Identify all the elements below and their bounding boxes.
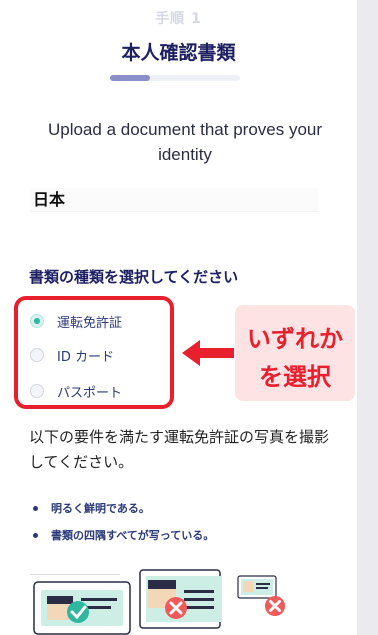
background-strip	[357, 0, 378, 635]
page-title: 本人確認書類	[121, 42, 236, 64]
highlight-box	[14, 296, 174, 409]
arrow-left-icon	[182, 340, 234, 366]
bullet-dot	[33, 532, 38, 538]
requirements-text: 以下の要件を満たす運転免許証の写真を撮影してください。	[29, 428, 330, 471]
page: 手順 1 本人確認書類 Upload a document that prove…	[0, 0, 378, 635]
progress-fill	[110, 75, 150, 81]
bullet-text: 書類の四隅すべてが写っている。	[51, 529, 215, 542]
step-label: 手順 1	[155, 11, 202, 27]
subtitle: Upload a document that proves your ident…	[47, 120, 323, 164]
bullet-item: 書類の四隅すべてが写っている。	[33, 527, 214, 543]
country-field[interactable]: 日本	[30, 188, 318, 212]
upload-panel: 手順 1 本人確認書類 Upload a document that prove…	[0, 0, 357, 635]
bullet-item: 明るく鮮明である。	[33, 500, 150, 516]
id-card-bad-example-small	[237, 575, 285, 616]
example-images	[0, 562, 357, 635]
check-icon	[67, 601, 89, 623]
progress-bar	[110, 75, 240, 81]
id-card-good-example	[33, 581, 131, 635]
annotation-callout: いずれか を選択	[235, 305, 355, 401]
annotation-line-1: いずれか	[247, 325, 343, 353]
annotation-line-2: を選択	[259, 363, 331, 391]
id-card-bad-example-cropped	[139, 569, 222, 629]
bullet-text: 明るく鮮明である。	[51, 502, 150, 515]
bullet-dot	[33, 505, 38, 511]
doc-type-label: 書類の種類を選択してください	[29, 268, 239, 286]
divider	[30, 574, 120, 575]
